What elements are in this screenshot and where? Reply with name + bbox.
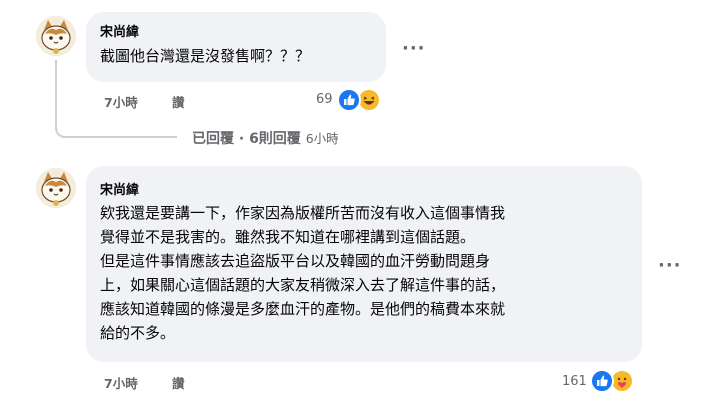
comment-line: 欸我還是要講一下，作家因為版權所苦而沒有收入這個事情我 (100, 204, 506, 222)
more-options-icon[interactable]: ··· (402, 38, 426, 59)
comment-time[interactable]: 7小時 (104, 373, 138, 392)
cat-avatar-icon (36, 168, 76, 208)
comment-line: 給的不多。 (100, 324, 176, 342)
more-options-icon[interactable]: ··· (658, 255, 682, 276)
reaction-count[interactable]: 69 (316, 92, 333, 107)
like-link[interactable]: 讚 (172, 373, 185, 392)
like-icon[interactable] (590, 369, 614, 393)
comment-author[interactable]: 宋尚緯 (100, 179, 139, 198)
view-replies-link[interactable]: 已回覆 · 6則回覆 6小時 (192, 128, 339, 148)
avatar[interactable] (36, 168, 76, 208)
comment-line: 但是這件事情應該去追盜版平台以及韓國的血汗勞動問題身 (100, 252, 491, 270)
comment-line: 覺得並不是我害的。雖然我不知道在哪裡講到這個話題。 (100, 228, 476, 246)
comment-line: 上，如果關心這個話題的大家友稍微深入去了解這件事的話， (100, 276, 506, 294)
like-icon[interactable] (337, 88, 361, 112)
replies-time: 6小時 (305, 131, 339, 146)
comment-line: 應該知道韓國的條漫是多麼血汗的產物。是他們的稿費本來就 (100, 300, 506, 318)
comment-author[interactable]: 宋尚緯 (100, 21, 139, 40)
avatar[interactable] (36, 16, 76, 56)
cat-avatar-icon (36, 16, 76, 56)
reply-thread-line (55, 60, 177, 138)
reaction-count[interactable]: 161 (562, 374, 587, 389)
replies-label: 已回覆 · 6則回覆 (192, 131, 301, 147)
